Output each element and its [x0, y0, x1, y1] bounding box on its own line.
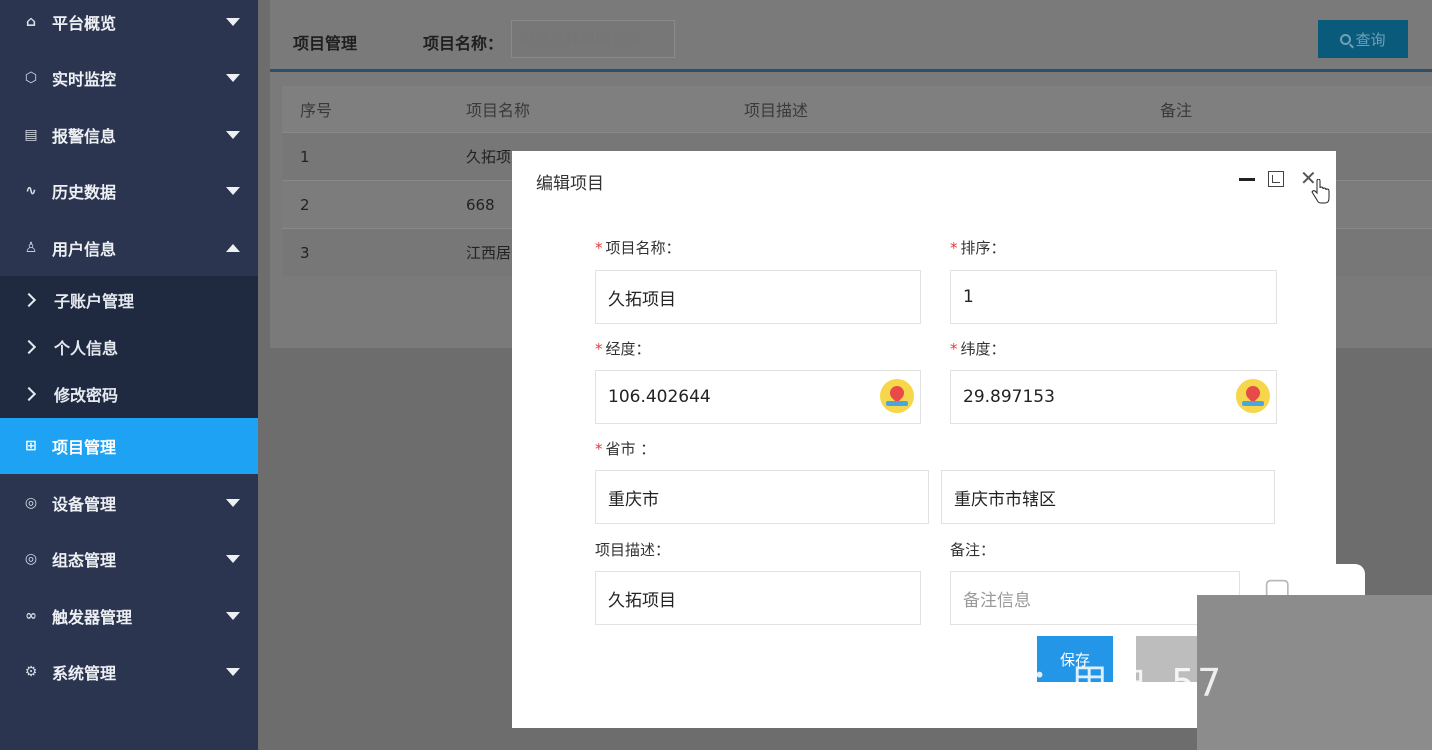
sidebar-item-user[interactable]: ♙ 用户信息 [0, 220, 258, 276]
longitude-label: * 经度： [595, 340, 651, 358]
chevron-right-icon [21, 339, 37, 354]
sidebar-item-overview[interactable]: ⌂ 平台概览 [0, 0, 258, 50]
row-name: 江西居 [466, 244, 512, 262]
sidebar-item-label: 报警信息 [52, 127, 117, 146]
project-name-field[interactable]: 久拓项目 [595, 270, 921, 324]
submenu-item-password[interactable]: 修改密码 [0, 370, 258, 417]
sidebar-item-label: 用户信息 [52, 240, 117, 259]
sidebar-item-label: 项目管理 [52, 438, 117, 457]
watermark-text: 闲鱼号：用户_57 [910, 661, 1224, 705]
sidebar-item-label: 触发器管理 [52, 608, 133, 627]
caret-down-icon [226, 499, 240, 507]
cube-icon: ⬡ [24, 70, 38, 86]
sidebar-item-label: 历史数据 [52, 183, 117, 202]
sidebar-item-project[interactable]: ⊞ 项目管理 [0, 418, 258, 474]
row-name: 久拓项 [466, 148, 512, 166]
sidebar-item-label: 系统管理 [52, 664, 117, 683]
sidebar-item-config[interactable]: ◎ 组态管理 [0, 531, 258, 587]
sort-field[interactable]: 1 [950, 270, 1277, 324]
sidebar-item-realtime[interactable]: ⬡ 实时监控 [0, 50, 258, 106]
home-icon: ⌂ [25, 14, 37, 30]
submenu-item-label: 个人信息 [54, 338, 119, 358]
table-header: 序号 项目名称 项目描述 备注 [282, 86, 1432, 132]
latitude-label: * 纬度： [950, 340, 1006, 358]
minimize-icon[interactable] [1239, 178, 1255, 181]
search-icon [1340, 33, 1352, 45]
caret-down-icon [226, 612, 240, 620]
gear-icon: ⚙ [24, 664, 38, 680]
row-index: 1 [300, 147, 310, 166]
submenu-item-profile[interactable]: 个人信息 [0, 323, 258, 370]
hand-cursor-icon [1311, 179, 1330, 204]
header-remark: 备注 [1160, 101, 1193, 120]
caret-down-icon [226, 555, 240, 563]
province-select[interactable]: 重庆市 [595, 470, 929, 524]
grid-icon: ⊞ [25, 438, 37, 454]
description-label: 项目描述： [595, 541, 671, 559]
city-select[interactable]: 重庆市市辖区 [941, 470, 1275, 524]
description-field[interactable]: 久拓项目 [595, 571, 921, 625]
sidebar-item-device[interactable]: ◎ 设备管理 [0, 475, 258, 531]
search-input[interactable] [511, 20, 675, 58]
sidebar-item-alarm[interactable]: ▤ 报警信息 [0, 107, 258, 163]
dialog-title: 编辑项目 [536, 174, 604, 194]
chevron-right-icon [21, 292, 37, 307]
user-icon: ♙ [24, 240, 38, 256]
submenu-item-label: 修改密码 [54, 385, 119, 405]
row-index: 3 [300, 243, 310, 262]
sidebar-item-trigger[interactable]: ∞ 触发器管理 [0, 588, 258, 644]
search-button-label: 查询 [1355, 31, 1386, 49]
caret-down-icon [226, 18, 240, 26]
caret-down-icon [226, 187, 240, 195]
submenu-item-label: 子账户管理 [54, 291, 135, 311]
caret-up-icon [226, 244, 240, 252]
sidebar: ⌂ 平台概览 ⬡ 实时监控 ▤ 报警信息 ∿ 历史数据 ♙ 用户信息 子账户管理… [0, 0, 258, 750]
link-icon: ∞ [25, 608, 37, 624]
project-name-filter-label: 项目名称： [423, 34, 504, 53]
header-description: 项目描述 [744, 101, 809, 120]
page-title: 项目管理 [293, 34, 358, 53]
sidebar-item-history[interactable]: ∿ 历史数据 [0, 163, 258, 219]
latitude-field[interactable]: 29.897153 [950, 370, 1277, 424]
search-button[interactable]: 查询 [1318, 20, 1408, 58]
header-name: 项目名称 [466, 101, 531, 120]
map-picker-icon[interactable] [1236, 379, 1270, 413]
config-icon: ◎ [24, 551, 38, 567]
longitude-field[interactable]: 106.402644 [595, 370, 921, 424]
sidebar-item-system[interactable]: ⚙ 系统管理 [0, 644, 258, 700]
province-label: * 省市 ： [595, 440, 656, 458]
map-picker-icon[interactable] [880, 379, 914, 413]
project-name-label: * 项目名称： [595, 239, 681, 257]
sidebar-item-label: 平台概览 [52, 14, 117, 33]
caret-down-icon [226, 131, 240, 139]
sidebar-item-label: 组态管理 [52, 551, 117, 570]
alarm-icon: ▤ [24, 127, 38, 143]
sidebar-item-label: 设备管理 [52, 495, 117, 514]
sort-label: * 排序： [950, 239, 1006, 257]
row-name: 668 [466, 195, 495, 214]
search-toolbar: 项目管理 项目名称： 查询 [270, 0, 1432, 72]
header-index: 序号 [300, 101, 333, 120]
caret-down-icon [226, 74, 240, 82]
sidebar-item-label: 实时监控 [52, 70, 117, 89]
remark-label: 备注： [950, 541, 996, 559]
device-icon: ◎ [24, 495, 38, 511]
row-index: 2 [300, 195, 310, 214]
maximize-icon[interactable] [1268, 171, 1284, 187]
caret-down-icon [226, 668, 240, 676]
chevron-right-icon [21, 386, 37, 401]
submenu-item-subaccount[interactable]: 子账户管理 [0, 276, 258, 323]
pulse-icon: ∿ [25, 183, 37, 199]
redaction-block [1197, 595, 1432, 750]
